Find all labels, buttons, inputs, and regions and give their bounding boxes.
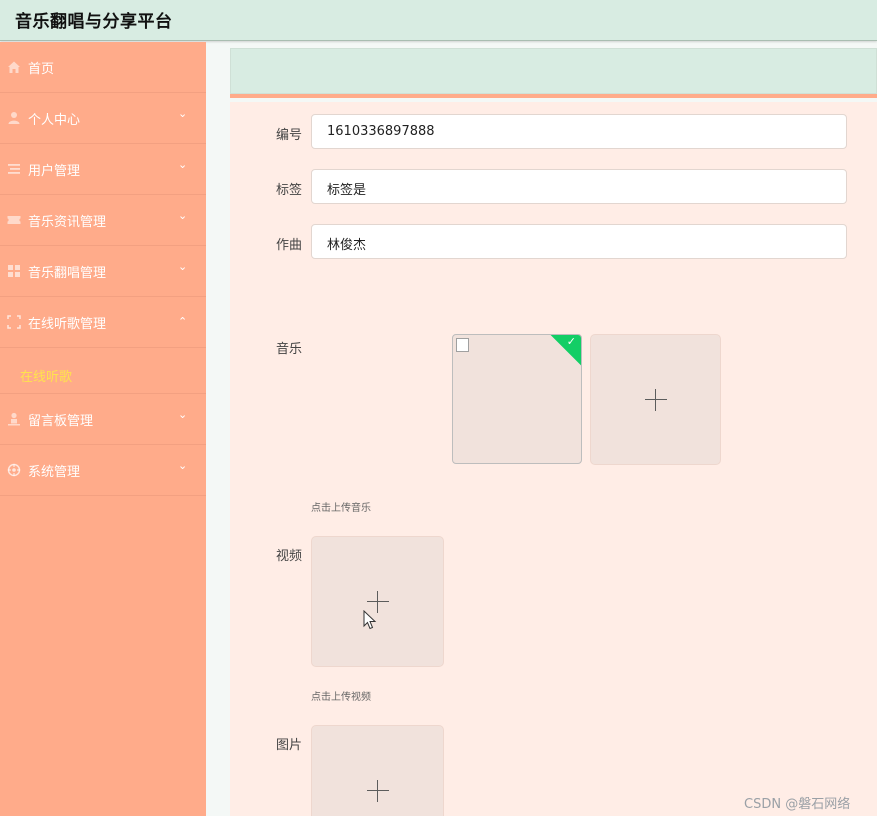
accent-divider	[230, 94, 877, 98]
sidebar-item-personal-center[interactable]: 个人中心 ⌄	[0, 93, 206, 144]
frame-icon	[7, 315, 21, 329]
image-label: 图片	[276, 738, 303, 753]
chevron-down-icon: ⌄	[178, 107, 188, 120]
sidebar-item-label: 用户管理	[28, 164, 81, 179]
sidebar-item-label: 音乐资讯管理	[28, 215, 107, 230]
plus-icon	[366, 779, 389, 802]
tags-field[interactable]: 标签是	[311, 169, 847, 204]
edit-form: 编号 1610336897888 标签 标签是 作曲 林俊杰 音乐 ✓ 点击上传…	[230, 102, 877, 816]
sidebar-item-user-management[interactable]: 用户管理 ⌄	[0, 144, 206, 195]
sidebar-item-label: 首页	[28, 62, 55, 77]
number-label: 编号	[276, 128, 303, 143]
sidebar-item-system-management[interactable]: 系统管理 ⌄	[0, 445, 206, 496]
sidebar: 首页 个人中心 ⌄ 用户管理 ⌄ 音乐资讯管理 ⌄ 音乐翻唱管理 ⌄ 在线听歌管…	[0, 42, 206, 816]
chevron-down-icon: ⌄	[178, 408, 188, 421]
image-upload-button[interactable]	[311, 725, 444, 816]
chevron-down-icon: ⌄	[178, 158, 188, 171]
grid-icon	[8, 265, 20, 277]
sidebar-item-cover-management[interactable]: 音乐翻唱管理 ⌄	[0, 246, 206, 297]
music-upload-tip: 点击上传音乐	[311, 503, 371, 514]
video-upload-button[interactable]	[311, 536, 444, 667]
music-upload-button[interactable]	[590, 334, 721, 465]
sidebar-item-message-board-management[interactable]: 留言板管理 ⌄	[0, 394, 206, 445]
chevron-down-icon: ⌄	[178, 260, 188, 273]
sidebar-item-label: 在线听歌管理	[28, 317, 107, 332]
sidebar-subitem-online-listening[interactable]: 在线听歌	[0, 348, 206, 394]
cog-icon	[7, 463, 21, 477]
user-icon	[8, 112, 20, 124]
main-content: 编号 1610336897888 标签 标签是 作曲 林俊杰 音乐 ✓ 点击上传…	[230, 48, 877, 816]
sidebar-item-label: 留言板管理	[28, 414, 94, 429]
sidebar-item-label: 系统管理	[28, 465, 81, 480]
uploaded-music-thumbnail[interactable]: ✓	[452, 334, 582, 464]
sidebar-item-home[interactable]: 首页	[0, 42, 206, 93]
check-icon: ✓	[566, 335, 576, 348]
list-icon	[8, 164, 20, 174]
sidebar-item-label: 个人中心	[28, 113, 81, 128]
broken-image-icon	[456, 338, 469, 352]
composer-label: 作曲	[276, 238, 303, 253]
tags-label: 标签	[276, 183, 303, 198]
watermark: CSDN @磐石网络	[744, 797, 851, 812]
home-icon	[8, 61, 20, 73]
sidebar-item-online-listening-management[interactable]: 在线听歌管理 ⌃	[0, 297, 206, 348]
chevron-down-icon: ⌄	[178, 209, 188, 222]
number-field[interactable]: 1610336897888	[311, 114, 847, 149]
person-stand-icon	[8, 412, 20, 426]
music-label: 音乐	[276, 342, 303, 357]
chevron-down-icon: ⌄	[178, 459, 188, 472]
chevron-up-icon: ⌃	[178, 315, 188, 328]
composer-field[interactable]: 林俊杰	[311, 224, 847, 259]
mouse-cursor-icon	[363, 610, 377, 630]
app-title: 音乐翻唱与分享平台	[15, 12, 173, 32]
ticket-icon	[7, 216, 21, 224]
sidebar-item-music-news-management[interactable]: 音乐资讯管理 ⌄	[0, 195, 206, 246]
plus-icon	[644, 388, 667, 411]
top-header: 音乐翻唱与分享平台	[0, 0, 877, 41]
sidebar-item-label: 音乐翻唱管理	[28, 266, 107, 281]
breadcrumb-band	[230, 48, 877, 94]
sidebar-subitem-label: 在线听歌	[20, 370, 73, 385]
video-label: 视频	[276, 549, 303, 564]
video-upload-tip: 点击上传视频	[311, 692, 371, 703]
